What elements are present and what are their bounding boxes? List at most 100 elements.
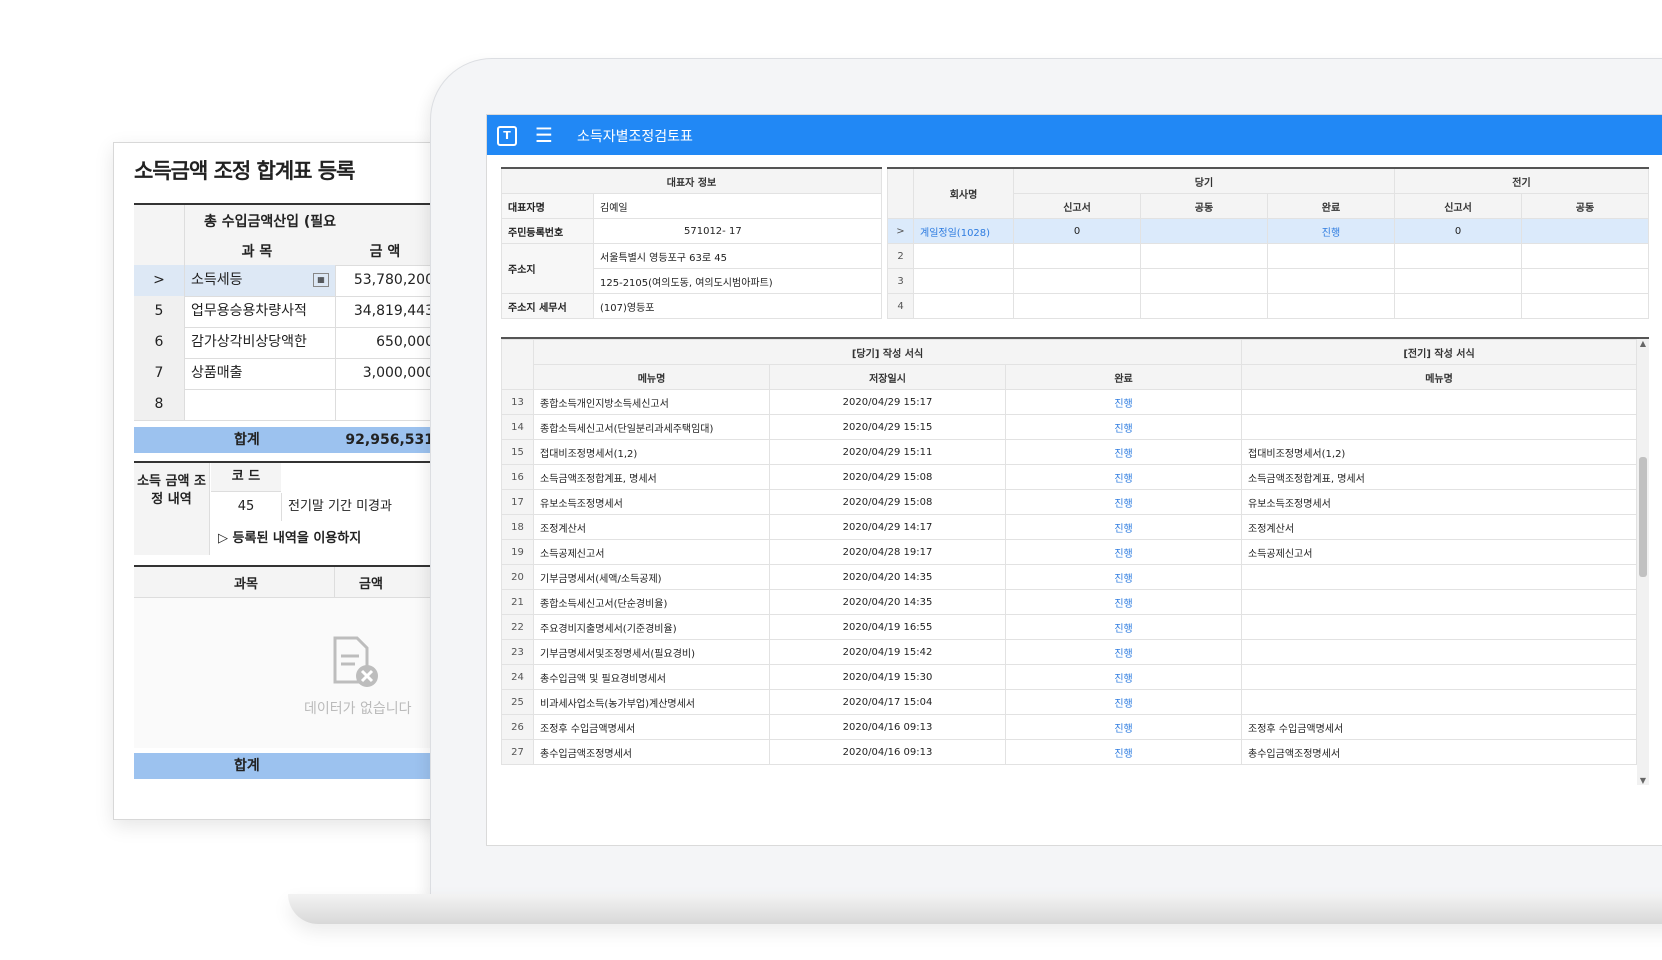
table-row[interactable]: 24 총수입금액 및 필요경비명세서 2020/04/19 15:30 진행 [501, 664, 1637, 690]
scroll-down-icon[interactable]: ▼ [1637, 776, 1649, 785]
table-row[interactable]: 6 감가상각비상당액한 650,000 [134, 327, 444, 359]
col-menu: 메뉴명 [533, 364, 770, 390]
hamburger-menu-icon[interactable]: ☰ [535, 125, 553, 145]
total-amount: 92,956,531 [345, 432, 434, 448]
status-link[interactable]: 진행 [1267, 218, 1395, 244]
table-row[interactable]: 20 기부금명세서(세액/소득공제) 2020/04/20 14:35 진행 [501, 564, 1637, 590]
company-name[interactable]: 계일정일(1028) [913, 218, 1014, 244]
prior-menu-name[interactable]: 조정후 수입금액명세서 [1241, 714, 1637, 740]
table-row[interactable]: 13 종합소득개인지방소득세신고서 2020/04/29 15:17 진행 [501, 389, 1637, 415]
table-row[interactable]: 3 [887, 268, 1649, 294]
info-value[interactable]: 571012- 17 [592, 218, 883, 244]
status-link[interactable]: 진행 [1004, 639, 1243, 665]
table-row[interactable]: 21 종합소득세신고서(단순경비율) 2020/04/20 14:35 진행 [501, 589, 1637, 615]
menu-name[interactable]: 조정후 수입금액명세서 [533, 714, 770, 740]
menu-name[interactable]: 유보소득조정명세서 [533, 489, 770, 515]
scroll-thumb[interactable] [1639, 457, 1647, 577]
prior-menu-name[interactable]: 유보소득조정명세서 [1241, 489, 1637, 515]
prior-menu-name[interactable] [1241, 589, 1637, 615]
table-row[interactable]: > 계일정일(1028) 0 진행 0 [887, 218, 1649, 244]
info-label: 주민등록번호 [501, 218, 594, 244]
menu-name[interactable]: 조정계산서 [533, 514, 770, 540]
table-row[interactable]: 16 소득금액조정합계표, 명세서 2020/04/29 15:08 진행 소득금액조정… [501, 464, 1637, 490]
col-report: 신고서 [1013, 193, 1141, 219]
status-link[interactable]: 진행 [1004, 414, 1243, 440]
total-row: 합계 [134, 753, 444, 779]
menu-name[interactable]: 기부금명세서및조정명세서(필요경비) [533, 639, 770, 665]
info-value[interactable]: 125-2105(여의도동, 여의도시범아파트) [592, 268, 883, 294]
info-value[interactable]: (107)영등포 [592, 293, 883, 319]
menu-name[interactable]: 종합소득세신고서(단순경비율) [533, 589, 770, 615]
status-link[interactable]: 진행 [1004, 664, 1243, 690]
prior-menu-name[interactable] [1241, 664, 1637, 690]
prior-menu-name[interactable]: 총수입금액조정명세서 [1241, 739, 1637, 765]
status-link[interactable]: 진행 [1004, 714, 1243, 740]
row-number: 26 [501, 714, 534, 740]
status-link[interactable]: 진행 [1004, 439, 1243, 465]
status-link[interactable]: 진행 [1004, 739, 1243, 765]
row-subject: 감가상각비상당액한 [185, 327, 336, 358]
prior-menu-name[interactable] [1241, 614, 1637, 640]
status-link[interactable]: 진행 [1004, 564, 1243, 590]
row-subject [185, 389, 336, 420]
menu-name[interactable]: 접대비조정명세서(1,2) [533, 439, 770, 465]
prior-menu-name[interactable]: 소득공제신고서 [1241, 539, 1637, 565]
table-row[interactable]: 15 접대비조정명세서(1,2) 2020/04/29 15:11 진행 접대비조정명세… [501, 439, 1637, 465]
lookup-icon[interactable]: ▦ [313, 273, 329, 287]
info-header: 대표자 정보 [500, 167, 883, 194]
status-link[interactable]: 진행 [1004, 539, 1243, 565]
table-row[interactable]: 19 소득공제신고서 2020/04/28 19:17 진행 소득공제신고서 [501, 539, 1637, 565]
registered-note[interactable]: ▷ 등록된 내역을 이용하지 [218, 527, 361, 551]
table-row[interactable]: 5 업무용승용차량사적 34,819,443 [134, 296, 444, 328]
vertical-scrollbar[interactable]: ▲ ▼ [1637, 339, 1649, 785]
status-link[interactable]: 진행 [1004, 514, 1243, 540]
prior-menu-name[interactable]: 접대비조정명세서(1,2) [1241, 439, 1637, 465]
menu-name[interactable]: 주요경비지출명세서(기준경비율) [533, 614, 770, 640]
prior-menu-name[interactable] [1241, 689, 1637, 715]
table-row[interactable]: 25 비과세사업소득(농가부업)계산명세서 2020/04/17 15:04 진행 [501, 689, 1637, 715]
prior-menu-name[interactable]: 조정계산서 [1241, 514, 1637, 540]
saved-datetime: 2020/04/29 15:11 [769, 439, 1006, 465]
prior-menu-name[interactable] [1241, 389, 1637, 415]
table-row[interactable]: 22 주요경비지출명세서(기준경비율) 2020/04/19 16:55 진행 [501, 614, 1637, 640]
status-link[interactable]: 진행 [1004, 489, 1243, 515]
status-link[interactable]: 진행 [1004, 689, 1243, 715]
status-link[interactable]: 진행 [1004, 614, 1243, 640]
app-logo-icon[interactable]: T [497, 126, 517, 146]
status-link[interactable]: 진행 [1004, 464, 1243, 490]
col-menu-prior: 메뉴명 [1241, 364, 1637, 390]
menu-name[interactable]: 기부금명세서(세액/소득공제) [533, 564, 770, 590]
table-row[interactable]: 18 조정계산서 2020/04/29 14:17 진행 조정계산서 [501, 514, 1637, 540]
table-row[interactable]: 4 [887, 293, 1649, 319]
income-adjustment-panel: 소득금액 조정 합계표 등록 총 수입금액산입 (필요 과 목 금 액 > 소득… [113, 142, 445, 820]
table-row[interactable]: 23 기부금명세서및조정명세서(필요경비) 2020/04/19 15:42 진행 [501, 639, 1637, 665]
scroll-up-icon[interactable]: ▲ [1637, 339, 1649, 348]
menu-name[interactable]: 종합소득세신고서(단일분리과세주택임대) [533, 414, 770, 440]
info-value[interactable]: 김예일 [592, 193, 883, 219]
menu-name[interactable]: 총수입금액조정명세서 [533, 739, 770, 765]
table-row[interactable]: 7 상품매출 3,000,000 [134, 358, 444, 390]
row-number: 14 [501, 414, 534, 440]
menu-name[interactable]: 비과세사업소득(농가부업)계산명세서 [533, 689, 770, 715]
table-row[interactable]: 2 [887, 243, 1649, 269]
prior-menu-name[interactable] [1241, 414, 1637, 440]
table-row[interactable]: > 소득세등 ▦ 53,780,200 [134, 265, 444, 297]
menu-name[interactable]: 소득공제신고서 [533, 539, 770, 565]
prior-menu-name[interactable]: 소득금액조정합계표, 명세서 [1241, 464, 1637, 490]
status-link[interactable]: 진행 [1004, 389, 1243, 415]
table-row[interactable]: 17 유보소득조정명세서 2020/04/29 15:08 진행 유보소득조정명세서 [501, 489, 1637, 515]
section-title: 총 수입금액산입 (필요 [204, 214, 337, 230]
table-row[interactable]: 14 종합소득세신고서(단일분리과세주택임대) 2020/04/29 15:15 진행 [501, 414, 1637, 440]
table-row[interactable]: 26 조정후 수입금액명세서 2020/04/16 09:13 진행 조정후 수입금액명… [501, 714, 1637, 740]
menu-name[interactable]: 총수입금액 및 필요경비명세서 [533, 664, 770, 690]
code-value[interactable]: 45 [211, 493, 282, 521]
cell-joint [1140, 218, 1268, 244]
prior-menu-name[interactable] [1241, 564, 1637, 590]
menu-name[interactable]: 소득금액조정합계표, 명세서 [533, 464, 770, 490]
status-link[interactable]: 진행 [1004, 589, 1243, 615]
table-row[interactable]: 27 총수입금액조정명세서 2020/04/16 09:13 진행 총수입금액조정명세서 [501, 739, 1637, 765]
menu-name[interactable]: 종합소득개인지방소득세신고서 [533, 389, 770, 415]
table-row[interactable]: 8 [134, 389, 444, 421]
prior-menu-name[interactable] [1241, 639, 1637, 665]
info-value[interactable]: 서울특별시 영등포구 63로 45 [592, 243, 883, 269]
